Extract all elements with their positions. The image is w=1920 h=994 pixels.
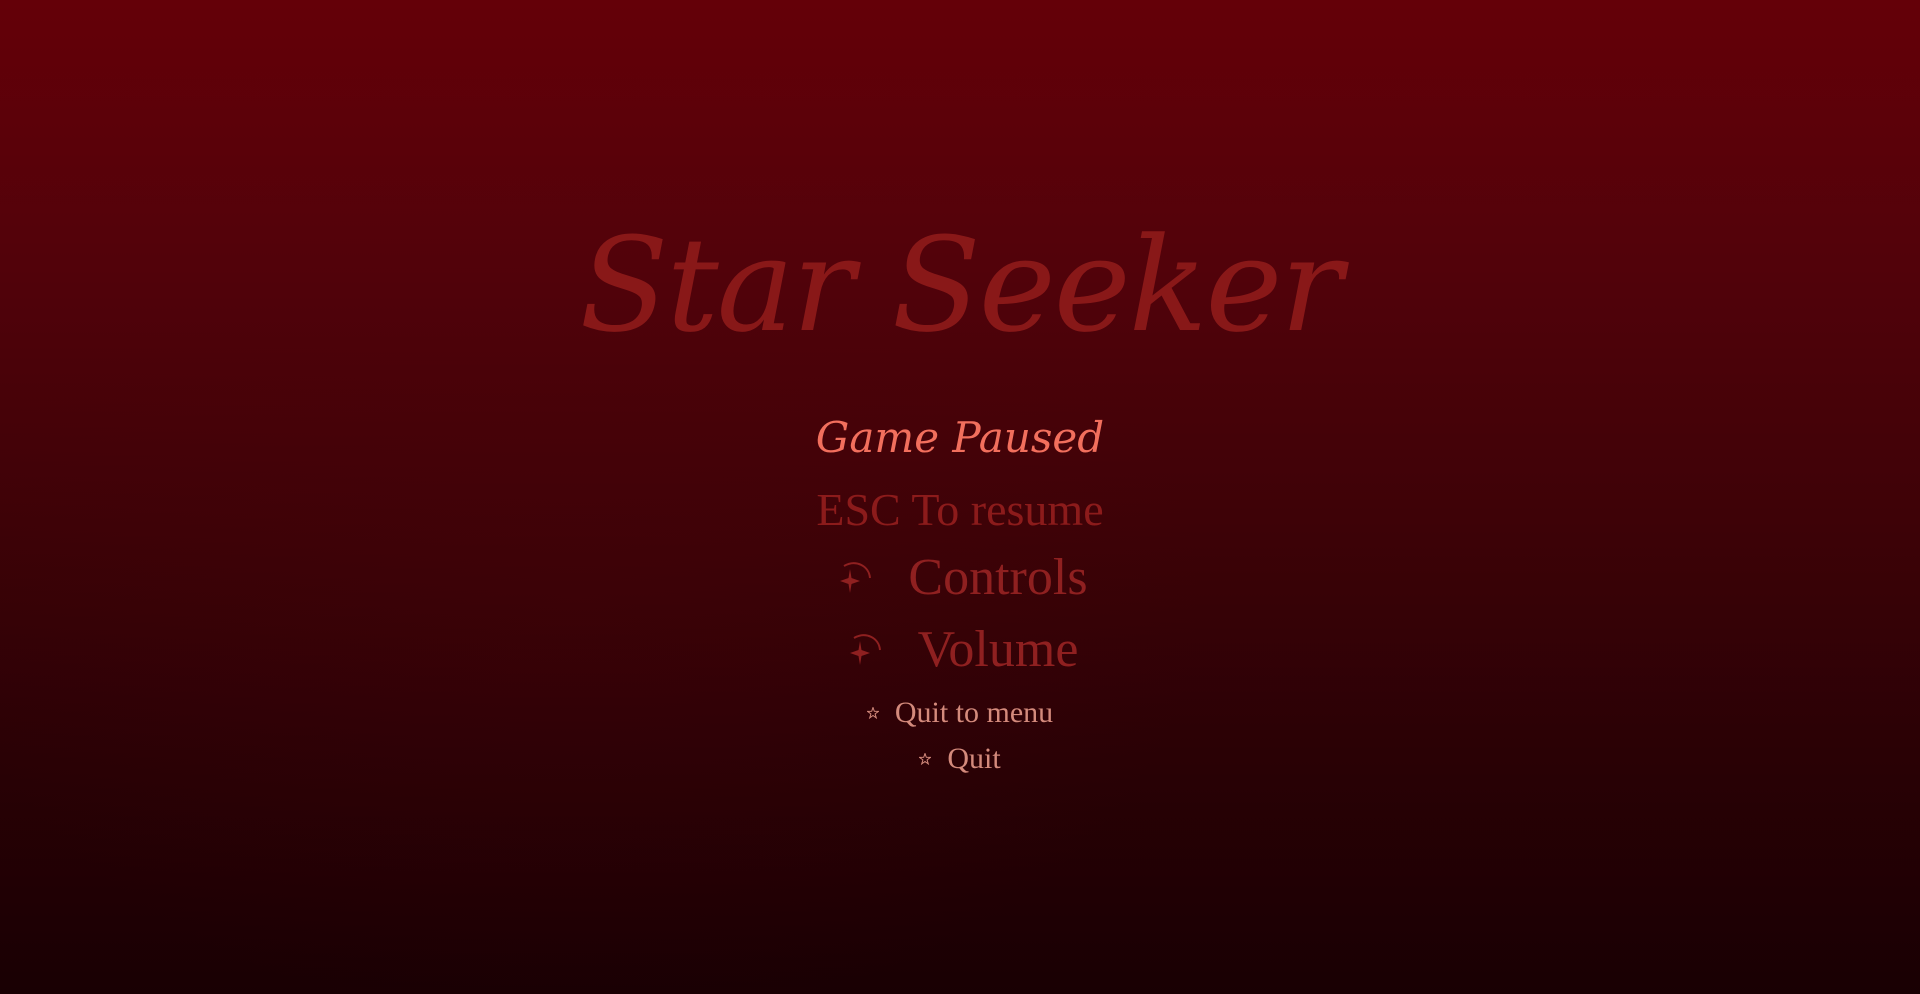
controls-label: Controls <box>908 549 1088 606</box>
pause-menu: ESC To resume Controls Volume Quit to me… <box>0 480 1920 782</box>
star-icon <box>866 707 879 719</box>
quit-label: Quit <box>947 742 1001 775</box>
controls-button[interactable]: Controls <box>832 542 1088 614</box>
shooting-star-icon <box>842 629 884 671</box>
quit-to-menu-button[interactable]: Quit to menu <box>866 690 1054 736</box>
pause-screen: Star Seeker Game Paused ESC To resume Co… <box>0 0 1920 994</box>
star-icon <box>919 753 932 765</box>
shooting-star-icon <box>832 557 874 599</box>
resume-hint: ESC To resume <box>816 484 1104 535</box>
game-title: Star Seeker <box>579 209 1342 361</box>
quit-button[interactable]: Quit <box>919 736 1001 782</box>
volume-label: Volume <box>917 621 1079 678</box>
pause-heading: Game Paused <box>815 413 1105 462</box>
quit-to-menu-label: Quit to menu <box>894 696 1054 729</box>
volume-button[interactable]: Volume <box>842 614 1079 686</box>
